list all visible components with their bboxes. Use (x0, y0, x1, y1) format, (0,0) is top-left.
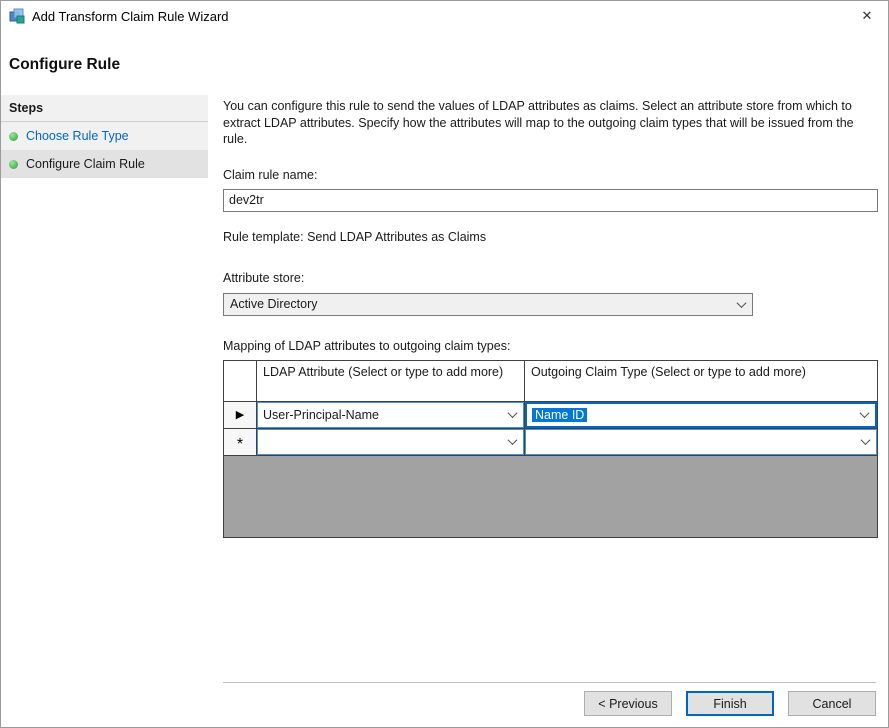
sidebar-item-configure-claim-rule[interactable]: Configure Claim Rule (1, 150, 208, 178)
mapping-label: Mapping of LDAP attributes to outgoing c… (223, 339, 878, 353)
step-current-bullet-icon (9, 160, 18, 169)
footer-divider (223, 682, 876, 683)
rule-template-text: Rule template: Send LDAP Attributes as C… (223, 230, 878, 244)
outgoing-claim-type-select-row2[interactable] (525, 429, 877, 455)
current-row-indicator: ▶ (224, 402, 257, 428)
window-title: Add Transform Claim Rule Wizard (32, 9, 229, 24)
table-row: ▶ User-Principal-Name Name ID (224, 402, 877, 429)
claim-rule-name-label: Claim rule name: (223, 168, 878, 182)
step-label: Choose Rule Type (26, 129, 129, 143)
title-bar: Add Transform Claim Rule Wizard ✕ (1, 1, 888, 31)
chevron-down-icon (853, 404, 875, 426)
outgoing-claim-type-value: Name ID (532, 408, 587, 422)
new-row-indicator: * (224, 429, 257, 455)
grid-empty-area (224, 456, 877, 537)
rule-description: You can configure this rule to send the … (223, 98, 878, 148)
steps-header: Steps (1, 95, 208, 122)
outgoing-claim-type-select-row1[interactable]: Name ID (525, 402, 877, 428)
close-icon[interactable]: ✕ (846, 1, 888, 31)
footer-buttons: < Previous Finish Cancel (584, 691, 876, 716)
chevron-down-icon (501, 403, 523, 427)
grid-corner-cell (224, 361, 257, 401)
chevron-down-icon (730, 294, 752, 315)
previous-button[interactable]: < Previous (584, 691, 672, 716)
finish-button[interactable]: Finish (686, 691, 774, 716)
ldap-attribute-value: User-Principal-Name (263, 408, 379, 422)
sidebar-item-choose-rule-type[interactable]: Choose Rule Type (1, 122, 208, 150)
ldap-attribute-select-row1[interactable]: User-Principal-Name (257, 402, 524, 428)
wizard-icon (9, 8, 25, 24)
steps-sidebar: Steps Choose Rule Type Configure Claim R… (1, 95, 208, 178)
step-done-bullet-icon (9, 132, 18, 141)
step-label: Configure Claim Rule (26, 157, 145, 171)
page-title: Configure Rule (9, 56, 120, 74)
outgoing-claim-type-column-header: Outgoing Claim Type (Select or type to a… (525, 361, 877, 401)
grid-header-row: LDAP Attribute (Select or type to add mo… (224, 361, 877, 402)
attribute-store-label: Attribute store: (223, 271, 878, 285)
chevron-down-icon (501, 430, 523, 454)
attribute-store-value: Active Directory (230, 297, 318, 311)
cancel-button[interactable]: Cancel (788, 691, 876, 716)
main-content: You can configure this rule to send the … (223, 98, 878, 538)
ldap-mapping-grid: LDAP Attribute (Select or type to add mo… (223, 360, 878, 538)
claim-rule-name-input[interactable] (223, 189, 878, 212)
chevron-down-icon (854, 430, 876, 454)
table-row: * (224, 429, 877, 456)
ldap-attribute-select-row2[interactable] (257, 429, 524, 455)
attribute-store-select[interactable]: Active Directory (223, 293, 753, 316)
ldap-attribute-column-header: LDAP Attribute (Select or type to add mo… (257, 361, 525, 401)
